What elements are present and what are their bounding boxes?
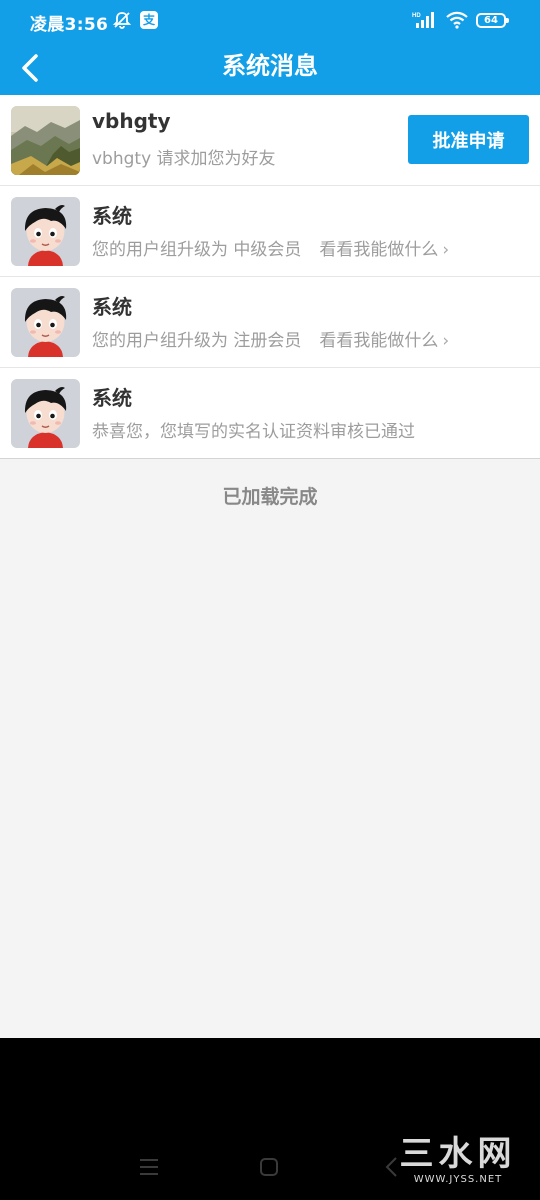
message-body: 您的用户组升级为 注册会员 <box>92 331 302 351</box>
avatar <box>11 106 80 175</box>
message-text: 您的用户组升级为 注册会员 看看我能做什么 › <box>92 326 449 351</box>
avatar <box>11 288 80 357</box>
mute-bell-icon <box>112 12 132 29</box>
status-bar: 凌晨3:56 支 HD 64 <box>0 0 540 42</box>
chevron-right-icon: › <box>442 240 450 260</box>
list-item[interactable]: 系统 您的用户组升级为 注册会员 看看我能做什么 › <box>0 277 540 368</box>
watermark-url: WWW.JYSS.NET <box>413 1174 503 1185</box>
avatar <box>11 379 80 448</box>
list-item[interactable]: 系统 恭喜您，您填写的实名认证资料审核已通过 <box>0 368 540 459</box>
what-can-i-do-link[interactable]: 看看我能做什么 <box>319 331 438 351</box>
watermark-logo: 三水网 WWW.JYSS.NET <box>393 1134 523 1186</box>
approve-request-button[interactable]: 批准申请 <box>408 115 529 164</box>
watermark-title: 三水网 <box>399 1134 517 1174</box>
message-body: 您的用户组升级为 中级会员 <box>92 240 302 260</box>
network-label: HD <box>412 13 421 19</box>
wifi-icon <box>446 11 468 29</box>
page-title: 系统消息 <box>222 52 318 80</box>
cartoon-boy-avatar-icon <box>11 197 80 266</box>
alipay-icon: 支 <box>140 11 158 29</box>
top-bar: 凌晨3:56 支 HD 64 系统消息 <box>0 0 540 95</box>
landscape-avatar-icon <box>11 106 80 175</box>
status-time: 凌晨3:56 <box>30 15 109 35</box>
list-item[interactable]: vbhgty vbhgty 请求加您为好友 批准申请 <box>0 95 540 186</box>
message-list: vbhgty vbhgty 请求加您为好友 批准申请 系统 您的用户组升级为 中… <box>0 95 540 459</box>
message-title: 系统 <box>92 386 132 410</box>
message-title: 系统 <box>92 295 132 319</box>
menu-icon[interactable] <box>138 1156 160 1178</box>
battery-icon: 64 <box>476 12 509 28</box>
message-title: 系统 <box>92 204 132 228</box>
chevron-right-icon: › <box>442 331 450 351</box>
cartoon-boy-avatar-icon <box>11 379 80 448</box>
message-text: 您的用户组升级为 中级会员 看看我能做什么 › <box>92 235 449 260</box>
cartoon-boy-avatar-icon <box>11 288 80 357</box>
message-text: 恭喜您，您填写的实名认证资料审核已通过 <box>92 422 415 442</box>
system-nav-bar: 三水网 WWW.JYSS.NET <box>0 1038 540 1200</box>
signal-icon: HD <box>412 12 434 28</box>
loaded-status: 已加载完成 <box>222 486 318 508</box>
message-title: vbhgty <box>92 109 171 133</box>
home-icon[interactable] <box>259 1157 279 1177</box>
list-item[interactable]: 系统 您的用户组升级为 中级会员 看看我能做什么 › <box>0 186 540 277</box>
header-bar: 系统消息 <box>0 42 540 95</box>
what-can-i-do-link[interactable]: 看看我能做什么 <box>319 240 438 260</box>
avatar <box>11 197 80 266</box>
message-text: vbhgty 请求加您为好友 <box>92 149 276 169</box>
